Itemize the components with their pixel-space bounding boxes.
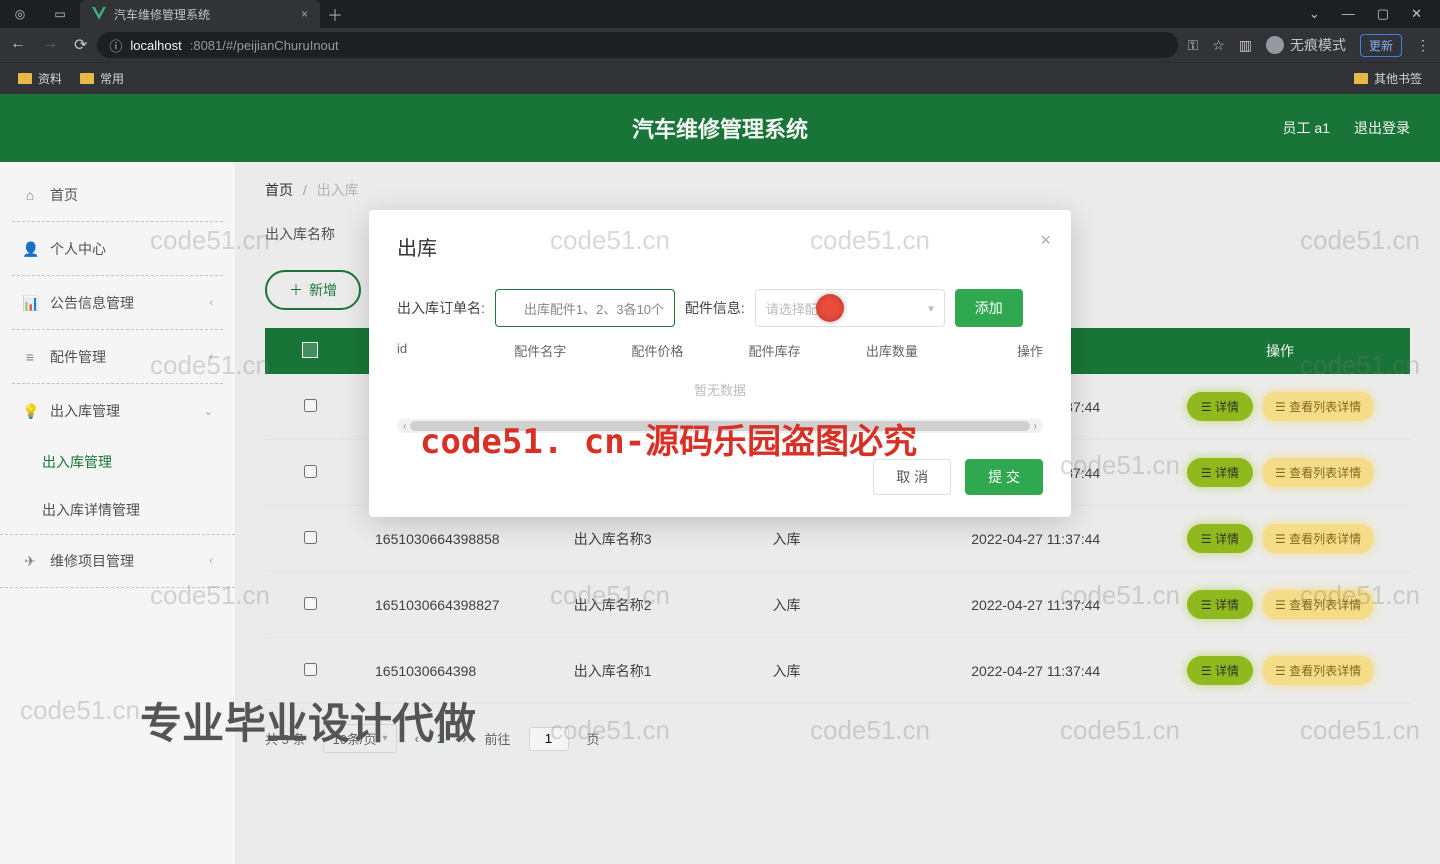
scrollbar-thumb[interactable] xyxy=(410,421,1029,431)
order-name-label: 出入库订单名: xyxy=(397,298,485,318)
mth-name: 配件名字 xyxy=(514,341,631,360)
submit-button[interactable]: 提 交 xyxy=(965,459,1043,495)
close-icon[interactable]: × xyxy=(1040,230,1051,251)
parts-info-label: 配件信息: xyxy=(685,298,745,318)
scroll-right-icon[interactable]: › xyxy=(1034,421,1037,432)
horizontal-scrollbar[interactable]: ‹ › xyxy=(397,419,1043,433)
modal-add-button[interactable]: 添加 xyxy=(955,289,1023,327)
cursor-indicator xyxy=(816,294,844,322)
modal-title: 出库 xyxy=(397,232,1043,261)
modal-mask[interactable]: 出库 × 出入库订单名: ⌕ 配件信息: 请选择配... ▾ 添加 id 配件名… xyxy=(0,0,1440,864)
mth-id: id xyxy=(397,341,514,360)
parts-select[interactable]: 请选择配... ▾ xyxy=(755,289,945,327)
cancel-button[interactable]: 取 消 xyxy=(873,459,951,495)
mth-op: 操作 xyxy=(983,341,1043,360)
chevron-down-icon: ▾ xyxy=(928,302,934,315)
modal-dialog: 出库 × 出入库订单名: ⌕ 配件信息: 请选择配... ▾ 添加 id 配件名… xyxy=(369,210,1071,517)
modal-table-header: id 配件名字 配件价格 配件库存 出库数量 操作 xyxy=(397,341,1043,360)
modal-empty-text: 暂无数据 xyxy=(397,380,1043,399)
order-name-input[interactable] xyxy=(495,289,675,327)
mth-qty: 出库数量 xyxy=(866,341,983,360)
scroll-left-icon[interactable]: ‹ xyxy=(403,421,406,432)
mth-stock: 配件库存 xyxy=(749,341,866,360)
mth-price: 配件价格 xyxy=(631,341,748,360)
